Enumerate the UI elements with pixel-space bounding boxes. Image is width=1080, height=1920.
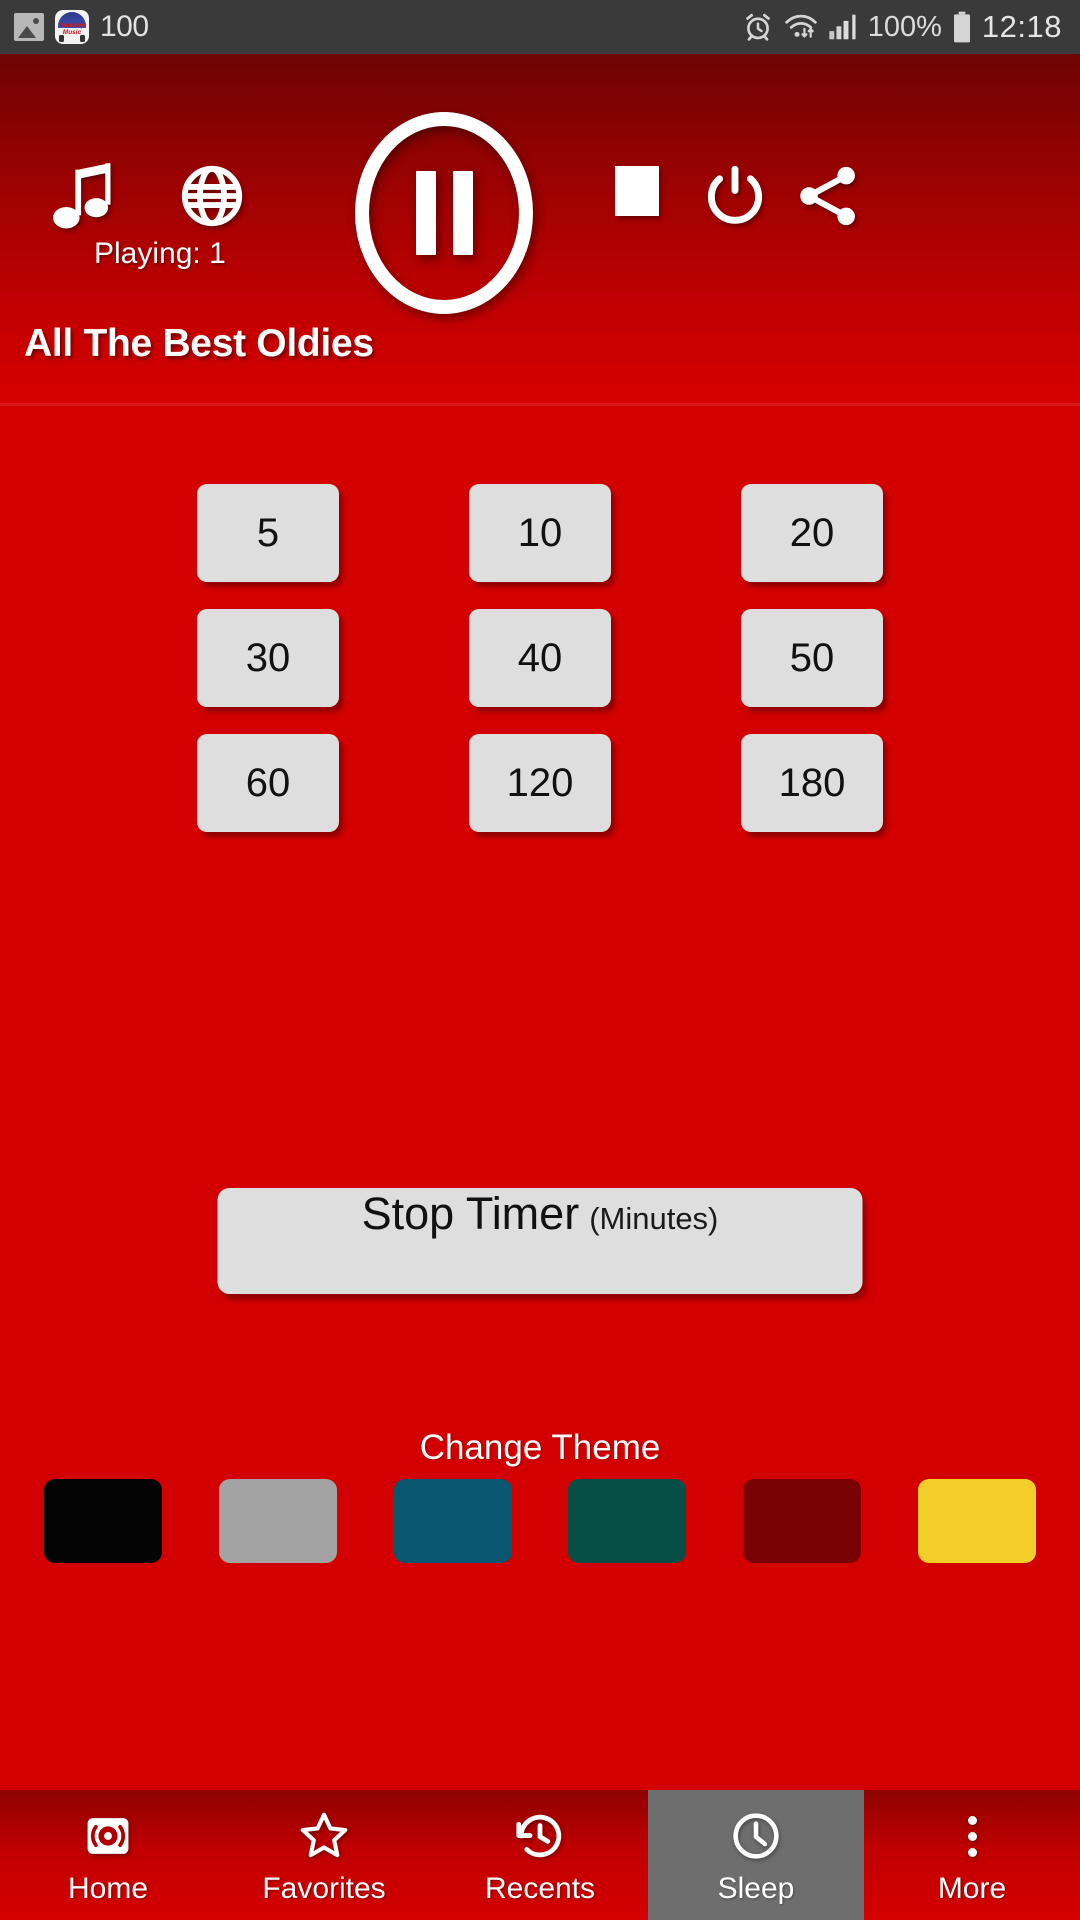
timer-button[interactable]: 10 xyxy=(469,484,611,582)
player-controls xyxy=(0,54,1080,314)
timer-row: 30 40 50 xyxy=(197,609,883,707)
timer-row: 5 10 20 xyxy=(197,484,883,582)
theme-gray[interactable] xyxy=(218,1479,337,1563)
timer-button[interactable]: 50 xyxy=(741,609,883,707)
theme-blue[interactable] xyxy=(393,1479,512,1563)
nav-sleep[interactable]: Sleep xyxy=(648,1790,864,1920)
pause-bar-left xyxy=(415,171,436,255)
bottom-navigation: Home Favorites Recents Sleep More xyxy=(0,1790,1080,1920)
alarm-icon xyxy=(745,13,770,41)
image-icon xyxy=(14,13,44,41)
wifi-icon xyxy=(784,14,817,38)
battery-percent: 100% xyxy=(867,10,942,43)
stop-timer-label: Stop Timer xyxy=(361,1188,580,1239)
status-bar-left: Nonstop Music 100 xyxy=(14,10,149,44)
power-icon[interactable] xyxy=(702,162,768,228)
timer-button[interactable]: 60 xyxy=(197,734,339,832)
timer-button[interactable]: 20 xyxy=(741,484,883,582)
clock-time: 12:18 xyxy=(981,9,1062,44)
stop-timer-units: (Minutes) xyxy=(589,1201,719,1236)
app-root: Nonstop Music 100 100% 12:18 Playing: 1 … xyxy=(0,0,1080,1920)
theme-green[interactable] xyxy=(568,1479,687,1563)
history-icon xyxy=(514,1810,566,1862)
station-title: All The Best Oldies xyxy=(24,322,374,365)
stop-timer-button[interactable]: Stop Timer (Minutes) xyxy=(217,1188,863,1294)
timer-button[interactable]: 40 xyxy=(469,609,611,707)
app-notification-icon: Nonstop Music xyxy=(55,10,89,44)
timer-row: 60 120 180 xyxy=(197,734,883,832)
nav-recents[interactable]: Recents xyxy=(432,1790,648,1920)
nav-home[interactable]: Home xyxy=(0,1790,216,1920)
battery-icon xyxy=(953,11,970,43)
app-badge-line1: Nonstop xyxy=(58,21,86,29)
pause-button[interactable] xyxy=(355,112,533,314)
music-note-icon[interactable] xyxy=(52,162,118,236)
nav-home-label: Home xyxy=(67,1872,149,1905)
timer-button[interactable]: 120 xyxy=(469,734,611,832)
globe-icon[interactable] xyxy=(180,164,244,228)
app-badge-line2: Music xyxy=(62,28,82,36)
pause-bar-right xyxy=(452,171,473,255)
timer-button[interactable]: 5 xyxy=(197,484,339,582)
stop-icon[interactable] xyxy=(615,166,659,216)
radio-icon xyxy=(83,1810,133,1862)
sleep-timer-panel: 5 10 20 30 40 50 60 120 180 Stop Timer (… xyxy=(0,406,1080,1790)
share-icon[interactable] xyxy=(793,162,863,230)
status-bar-right: 100% 12:18 xyxy=(742,9,1062,45)
timer-button-grid: 5 10 20 30 40 50 60 120 180 xyxy=(0,484,1080,832)
nav-favorites-label: Favorites xyxy=(262,1872,386,1905)
nav-sleep-label: Sleep xyxy=(717,1872,795,1905)
timer-button[interactable]: 180 xyxy=(741,734,883,832)
nav-recents-label: Recents xyxy=(484,1872,596,1905)
nav-favorites[interactable]: Favorites xyxy=(216,1790,432,1920)
theme-maroon[interactable] xyxy=(743,1479,862,1563)
signal-icon xyxy=(829,14,856,40)
clock-icon xyxy=(730,1810,782,1862)
star-icon xyxy=(298,1810,350,1862)
change-theme-heading: Change Theme xyxy=(419,1428,661,1467)
timer-button[interactable]: 30 xyxy=(197,609,339,707)
theme-black[interactable] xyxy=(44,1479,162,1563)
notification-count: 100 xyxy=(100,10,149,43)
player-header: Playing: 1 All The Best Oldies xyxy=(0,54,1080,406)
theme-yellow[interactable] xyxy=(917,1479,1036,1563)
theme-swatch-list xyxy=(44,1479,1036,1563)
playing-status: Playing: 1 xyxy=(94,237,226,270)
status-bar: Nonstop Music 100 100% 12:18 xyxy=(0,0,1080,54)
nav-more[interactable]: More xyxy=(864,1790,1080,1920)
overflow-dots-icon xyxy=(967,1810,977,1862)
nav-more-label: More xyxy=(937,1872,1007,1905)
